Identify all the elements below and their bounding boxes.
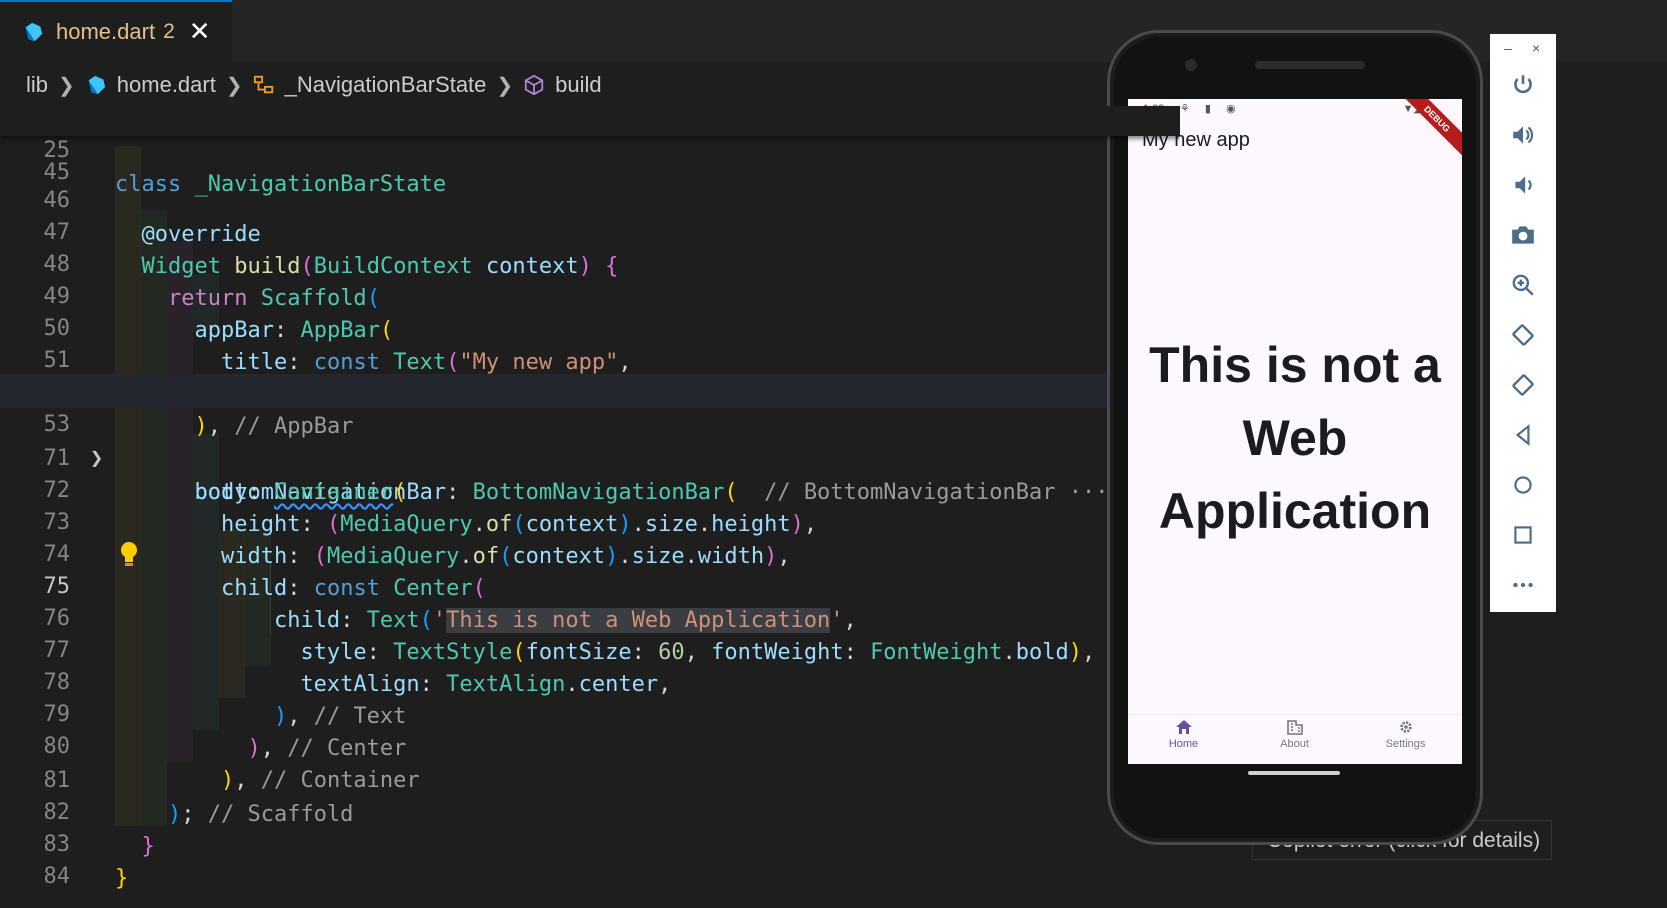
nav-label: About [1280,738,1309,750]
dart-file-icon [25,22,43,42]
lightbulb-icon[interactable] [118,540,140,570]
nav-label: Settings [1385,738,1426,750]
code-line[interactable]: 78 ), // Text [0,632,1180,729]
code-line[interactable]: 84 [0,826,1180,889]
code-line[interactable]: 74 child: const Center( [0,504,1180,601]
rotate-right-button[interactable] [1508,370,1538,400]
gesture-home-bar[interactable] [1248,771,1340,775]
minimize-button[interactable]: – [1504,40,1512,56]
code-editor[interactable]: 25 class _NavigationBarState 45 46 @over… [0,106,1180,908]
back-button[interactable] [1508,420,1538,450]
code-line-current[interactable]: 75 child: Text('This is not a Web Applic… [0,536,1180,633]
sticky-scroll-header[interactable]: 25 class _NavigationBarState [0,106,1180,197]
volume-down-icon [1515,176,1532,194]
nav-item-about[interactable]: About [1239,719,1350,750]
home-circle-icon [1514,476,1532,494]
home-button[interactable] [1508,470,1538,500]
power-icon [1514,75,1532,94]
back-icon [1515,424,1530,446]
rotate-left-button[interactable] [1508,320,1538,350]
code-line[interactable]: 51 ) // Text [0,310,1180,407]
rotate-left-icon [1512,324,1534,346]
zoom-icon [1512,274,1534,296]
nav-item-settings[interactable]: Settings [1350,719,1461,750]
code-line[interactable]: 72 height: (MediaQuery.of(context).size.… [0,440,1180,537]
more-icon [1513,582,1533,588]
earpiece-speaker [1255,61,1365,69]
code-line[interactable]: 82 } [0,762,1180,859]
more-button[interactable] [1508,570,1538,600]
breadcrumb-method[interactable]: build [555,72,601,98]
code-line[interactable]: 73 width: (MediaQuery.of(context).size.w… [0,472,1180,569]
camera-icon [1512,226,1534,244]
breadcrumb-class[interactable]: _NavigationBarState [285,72,487,98]
gear-icon [1399,721,1412,733]
code-line[interactable]: 81 ); // Scaffold [0,730,1180,827]
screenshot-button[interactable] [1508,220,1538,250]
line-number: 84 [43,864,71,889]
zoom-button[interactable] [1508,270,1538,300]
problem-count-badge: 2 [163,20,175,43]
chevron-right-icon: ❯ [496,74,514,97]
code-line[interactable]: 50 title: const Text("My new app", [0,278,1180,375]
volume-up-icon [1513,126,1534,144]
code-line[interactable]: 80 ), // Container [0,696,1180,793]
nav-label: Home [1168,738,1199,750]
code-line[interactable]: 76 style: TextStyle(fontSize: 60, fontWe… [0,568,1180,665]
close-button[interactable]: × [1532,40,1540,56]
code-token: class [115,172,182,197]
breadcrumb-folder[interactable]: lib [26,72,48,98]
volume-up-button[interactable] [1508,120,1538,150]
code-line[interactable]: 83 } [0,794,1180,891]
breadcrumb: lib ❯ home.dart ❯ _NavigationBarState ❯ … [0,62,1180,108]
volume-down-button[interactable] [1508,170,1538,200]
overview-button[interactable] [1508,520,1538,550]
dart-file-icon [88,75,105,95]
android-emulator-device: 1:09 ⚘ ▮ ◉ ▼◢ DEBUG My new app This is n… [1107,30,1483,845]
tab-label: home.dart [56,19,156,44]
code-line[interactable]: 71 body: Container( [0,408,1180,505]
code-token: _NavigationBarState [194,172,447,197]
code-line[interactable]: 52 ), // AppBar [0,342,1180,439]
class-symbol-icon [253,75,273,94]
code-line[interactable]: 77 textAlign: TextAlign.center, [0,600,1180,697]
chevron-right-icon: ❯ [225,74,243,97]
emulator-toolbar: – × [1490,34,1556,612]
overview-icon [1514,526,1532,544]
rotate-right-icon [1512,374,1534,396]
bottom-navigation-bar: Home About Settings [1128,714,1462,764]
tab-home-dart[interactable]: home.dart 2 ✕ [0,0,232,62]
power-button[interactable] [1508,70,1538,100]
building-icon [1286,720,1303,735]
emulator-screen[interactable]: 1:09 ⚘ ▮ ◉ ▼◢ DEBUG My new app This is n… [1128,99,1462,764]
method-cube-icon [525,74,544,96]
code-line[interactable]: 79 ), // Center [0,664,1180,761]
code-line-folded[interactable]: 53 ❯ bottomNavigationBar: BottomNavigati… [0,374,1180,505]
line-number: 25 [43,138,71,163]
code-line[interactable]: 48 return Scaffold( [0,214,1180,311]
code-line[interactable]: 49 appBar: AppBar( [0,246,1180,343]
body-text: This is not a Web Application [1149,337,1441,539]
chevron-right-icon: ❯ [58,74,75,97]
breadcrumb-file[interactable]: home.dart [117,72,216,98]
nav-item-home[interactable]: Home [1128,719,1239,750]
home-icon [1175,720,1192,734]
close-tab-icon[interactable]: ✕ [189,19,211,45]
front-camera [1185,59,1197,71]
notification-icons: ⚘ ▮ ◉ [1180,103,1242,115]
